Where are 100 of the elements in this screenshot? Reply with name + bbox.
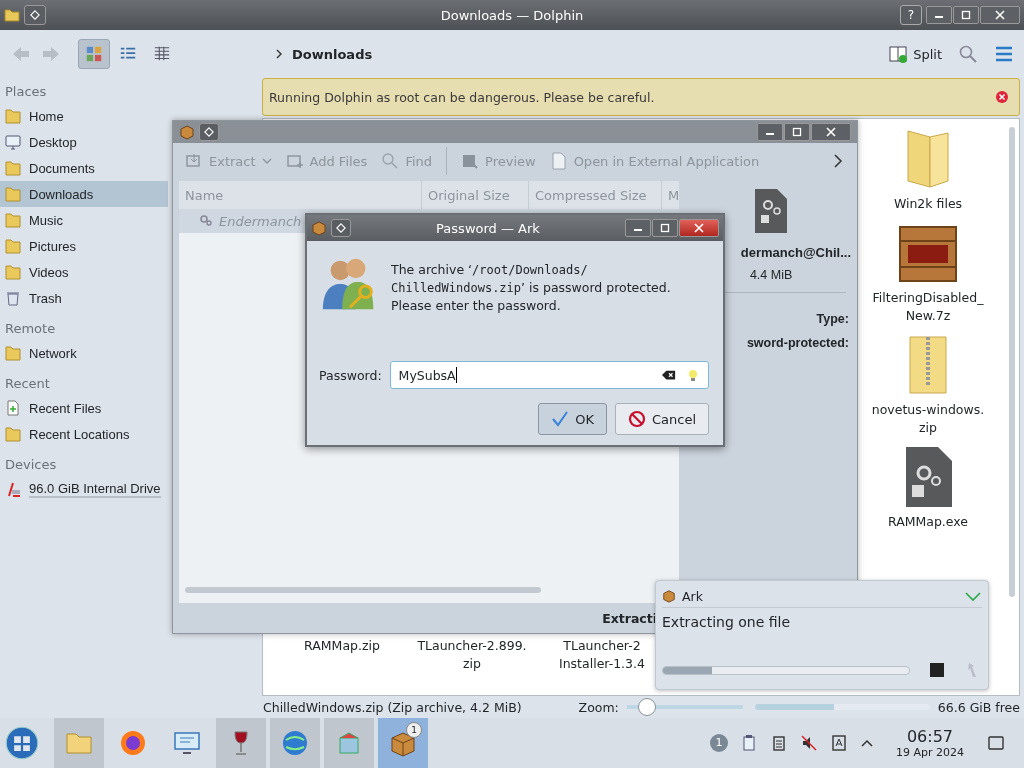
menu-icon[interactable] — [994, 44, 1014, 64]
sidebar-item[interactable]: Home — [0, 103, 168, 129]
sidebar-item[interactable]: Recent Locations — [0, 421, 168, 447]
stop-icon[interactable] — [928, 661, 946, 679]
fox-globe-icon — [118, 728, 148, 758]
zoom-label: Zoom: — [578, 699, 619, 715]
clock-time[interactable]: 06:57 — [906, 727, 954, 746]
monitor-icon — [4, 133, 22, 151]
file-label[interactable]: RAMMap.zip — [304, 637, 380, 673]
maximize-icon — [660, 223, 670, 233]
sidebar-item[interactable]: Downloads — [0, 181, 168, 207]
property-label: Type: — [816, 311, 850, 328]
clock-date[interactable]: 19 Apr 2024 — [896, 746, 964, 759]
maximize-button[interactable] — [652, 219, 678, 237]
folder-icon — [4, 237, 22, 255]
maximize-button[interactable] — [784, 123, 810, 141]
password-label: Password: — [319, 367, 382, 383]
pin-button[interactable] — [331, 219, 351, 237]
show-desktop-icon[interactable] — [986, 733, 1006, 753]
split-button[interactable]: Split — [888, 44, 942, 64]
close-button[interactable] — [811, 123, 851, 141]
taskbar-app-button[interactable] — [270, 718, 320, 768]
close-icon — [995, 10, 1005, 20]
sidebar-item[interactable]: 96.0 GiB Internal Drive — [0, 476, 168, 502]
maximize-icon — [792, 127, 802, 137]
scrollbar[interactable] — [185, 587, 541, 593]
status-text: ChilledWindows.zip (Zip archive, 4.2 MiB) — [263, 699, 523, 715]
free-space-label: 66.6 GiB free — [937, 699, 1020, 715]
close-button[interactable] — [679, 219, 719, 237]
slider-handle[interactable] — [637, 698, 656, 716]
sidebar-item[interactable]: Pictures — [0, 233, 168, 259]
folder-icon — [4, 185, 22, 203]
breadcrumb-item[interactable]: Downloads — [292, 46, 373, 62]
globe-icon — [280, 728, 310, 758]
notes-icon[interactable] — [770, 734, 788, 752]
chevron-icon — [274, 49, 284, 59]
ok-button[interactable]: OK — [538, 403, 607, 435]
sidebar-item[interactable]: Network — [0, 340, 168, 366]
file-label[interactable]: TLauncher-2 Installer-1.3.4 — [559, 637, 645, 673]
window-title: Downloads — Dolphin — [439, 7, 585, 23]
pin-button[interactable] — [199, 123, 219, 141]
gear-icon — [199, 214, 213, 228]
close-icon[interactable] — [995, 90, 1009, 104]
clear-icon[interactable] — [662, 368, 676, 382]
section-heading: Remote — [4, 320, 57, 338]
sidebar-item[interactable]: Music — [0, 207, 168, 233]
icon-grid-icon — [85, 45, 103, 63]
sidebar-item[interactable]: Trash — [0, 285, 168, 311]
close-button[interactable] — [980, 6, 1020, 24]
minimize-button[interactable] — [926, 6, 952, 24]
notification-count[interactable]: 1 — [710, 734, 728, 752]
folder-icon — [4, 425, 22, 443]
clipboard-icon[interactable] — [740, 734, 758, 752]
file-label[interactable]: novetus-windows. zip — [871, 401, 985, 437]
password-field[interactable]: MySubsA — [389, 361, 709, 389]
search-icon[interactable] — [958, 44, 978, 64]
close-icon — [826, 127, 836, 137]
close-icon — [694, 223, 704, 233]
split-view-icon — [888, 44, 909, 64]
taskbar-app-button[interactable] — [216, 718, 266, 768]
start-button[interactable] — [4, 725, 40, 761]
sidebar-item[interactable]: Recent Files — [0, 395, 168, 421]
file-label[interactable]: RAMMap.exe — [887, 513, 968, 531]
sidebar-item[interactable]: Documents — [0, 155, 168, 181]
pin-button[interactable] — [24, 5, 46, 25]
checkmark-icon — [551, 410, 570, 428]
diamond-icon — [336, 223, 346, 233]
archive-box-icon — [311, 220, 327, 236]
file-label[interactable]: FilteringDisabled_ New.7z — [872, 289, 984, 325]
section-heading: Places — [4, 83, 48, 101]
diamond-icon — [204, 127, 214, 137]
count-badge: 1 — [406, 722, 422, 738]
notification-title: Extracting one file — [662, 614, 792, 630]
dialog-title: Password — Ark — [435, 220, 541, 236]
minimize-button[interactable] — [625, 219, 651, 237]
document-icon — [4, 399, 22, 417]
archive-box-icon — [662, 589, 676, 603]
file-label[interactable]: TLauncher-2.899. zip — [417, 637, 527, 673]
keyboard-layout-icon[interactable] — [830, 734, 848, 752]
status-text: Extracti — [602, 610, 657, 626]
file-size: 4.4 MiB — [749, 268, 793, 282]
scrollbar[interactable] — [1009, 127, 1015, 597]
lightbulb-icon[interactable] — [686, 368, 700, 382]
cancel-button[interactable]: Cancel — [614, 403, 709, 435]
sidebar-item[interactable]: Videos — [0, 259, 168, 285]
sidebar-item[interactable]: Desktop — [0, 129, 168, 155]
help-button[interactable]: ? — [900, 5, 922, 25]
extract-icon — [185, 152, 203, 170]
minimize-button[interactable] — [757, 123, 783, 141]
section-heading: Devices — [4, 456, 58, 474]
chevron-icon[interactable] — [831, 154, 845, 168]
file-label[interactable]: Win2k files — [893, 195, 963, 213]
maximize-button[interactable] — [953, 6, 979, 24]
maximize-icon — [961, 10, 971, 20]
file-name: dermanch@Chil... — [740, 245, 852, 260]
taskbar-app-button[interactable]: 1 — [378, 718, 428, 768]
muted-speaker-icon[interactable] — [800, 734, 818, 752]
property-label: sword-protected: — [746, 335, 850, 352]
dialog-message: The archive ‘/root/Downloads/ ChilledWindows.zip’ is password protected. Please enter the password. — [391, 261, 672, 315]
archive-box-icon — [179, 124, 195, 140]
